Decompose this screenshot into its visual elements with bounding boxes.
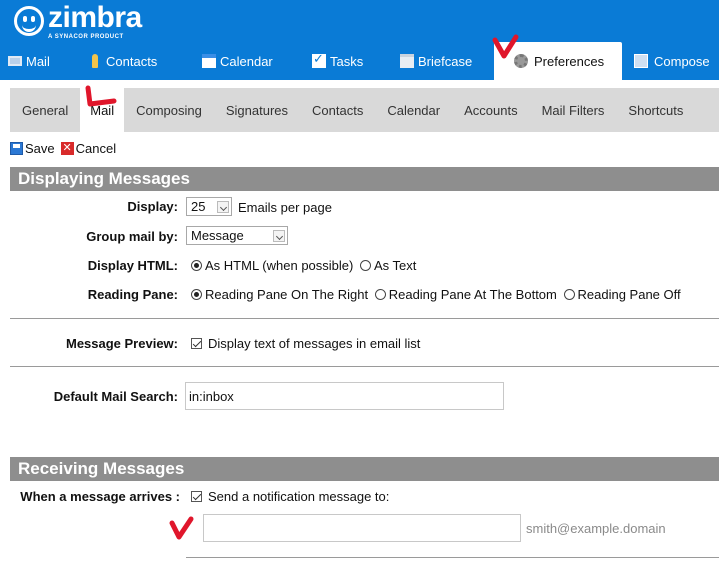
display-html-options: As HTML (when possible) As Text — [191, 258, 416, 273]
cancel-icon: ✕ — [60, 141, 74, 155]
preferences-toolbar: Save ✕ Cancel — [10, 139, 116, 157]
subtab-mail-filters[interactable]: Mail Filters — [530, 88, 617, 132]
subtab-composing[interactable]: Composing — [124, 88, 214, 132]
contacts-icon — [92, 54, 98, 68]
message-preview-label: Message Preview: — [65, 336, 178, 351]
message-preview-option[interactable]: Display text of messages in email list — [191, 336, 420, 351]
tab-calendar[interactable]: Calendar — [194, 42, 304, 80]
divider — [186, 557, 719, 558]
compose-icon — [634, 54, 648, 68]
radio-unselected-icon — [359, 260, 371, 271]
zimbra-logo[interactable]: zimbra A SYNACOR PRODUCT — [14, 0, 142, 40]
logo-text: zimbra — [48, 0, 142, 34]
emails-per-page-text: Emails per page — [238, 200, 332, 215]
chevron-down-icon — [273, 230, 285, 242]
radio-unselected-icon — [374, 289, 386, 300]
radio-pane-off[interactable]: Reading Pane Off — [563, 287, 681, 302]
send-notification-option[interactable]: Send a notification message to: — [191, 489, 389, 504]
tab-compose[interactable]: Compose — [622, 42, 719, 80]
checkbox-checked-icon — [191, 338, 202, 349]
when-message-arrives-label: When a message arrives : — [20, 489, 180, 504]
radio-unselected-icon — [563, 289, 575, 300]
annotation-check-mark-icon — [492, 34, 519, 59]
radio-selected-icon — [191, 289, 202, 300]
tab-tasks[interactable]: Tasks — [304, 42, 392, 80]
briefcase-icon — [400, 54, 414, 68]
app-header: zimbra A SYNACOR PRODUCT — [0, 0, 719, 42]
annotation-check-mark-icon — [169, 516, 194, 540]
group-mail-by-select[interactable]: Message — [186, 226, 288, 245]
checkbox-checked-icon — [191, 491, 202, 502]
section-displaying-messages: Displaying Messages — [10, 167, 719, 191]
subtab-shortcuts[interactable]: Shortcuts — [616, 88, 695, 132]
reading-pane-options: Reading Pane On The Right Reading Pane A… — [191, 287, 681, 302]
app-tab-bar: Mail Contacts Calendar Tasks Briefcase P… — [0, 42, 719, 80]
subtab-accounts[interactable]: Accounts — [452, 88, 529, 132]
display-label: Display: — [127, 199, 178, 214]
logo-subtitle: A SYNACOR PRODUCT — [48, 33, 124, 40]
subtab-contacts[interactable]: Contacts — [300, 88, 375, 132]
radio-as-text[interactable]: As Text — [359, 258, 416, 273]
calendar-icon — [202, 54, 216, 68]
display-html-label: Display HTML: — [87, 258, 178, 273]
notification-address-input[interactable] — [203, 514, 521, 542]
mail-icon — [8, 56, 22, 66]
tab-mail[interactable]: Mail — [0, 42, 80, 80]
section-receiving-messages: Receiving Messages — [10, 457, 719, 481]
tasks-icon — [312, 51, 326, 68]
divider — [10, 366, 719, 367]
subtab-calendar[interactable]: Calendar — [375, 88, 452, 132]
zimbra-logo-icon — [14, 6, 44, 36]
save-button[interactable]: Save — [10, 141, 55, 156]
subtab-general[interactable]: General — [10, 88, 80, 132]
cancel-button[interactable]: ✕ Cancel — [60, 141, 116, 156]
group-mail-by-label: Group mail by: — [86, 229, 178, 244]
divider — [10, 318, 719, 319]
radio-pane-right[interactable]: Reading Pane On The Right — [191, 287, 368, 302]
chevron-down-icon — [217, 201, 229, 213]
radio-as-html[interactable]: As HTML (when possible) — [191, 258, 353, 273]
tab-contacts[interactable]: Contacts — [80, 42, 194, 80]
save-icon — [10, 141, 23, 155]
radio-pane-bottom[interactable]: Reading Pane At The Bottom — [374, 287, 557, 302]
annotation-underline-mark-icon — [85, 85, 117, 107]
default-mail-search-label: Default Mail Search: — [53, 389, 178, 404]
reading-pane-label: Reading Pane: — [87, 287, 178, 302]
email-hint: smith@example.domain — [526, 521, 666, 536]
subtab-signatures[interactable]: Signatures — [214, 88, 300, 132]
emails-per-page-select[interactable]: 25 — [186, 197, 232, 216]
tab-briefcase[interactable]: Briefcase — [392, 42, 494, 80]
default-mail-search-input[interactable]: in:inbox — [185, 382, 504, 410]
radio-selected-icon — [191, 260, 202, 271]
